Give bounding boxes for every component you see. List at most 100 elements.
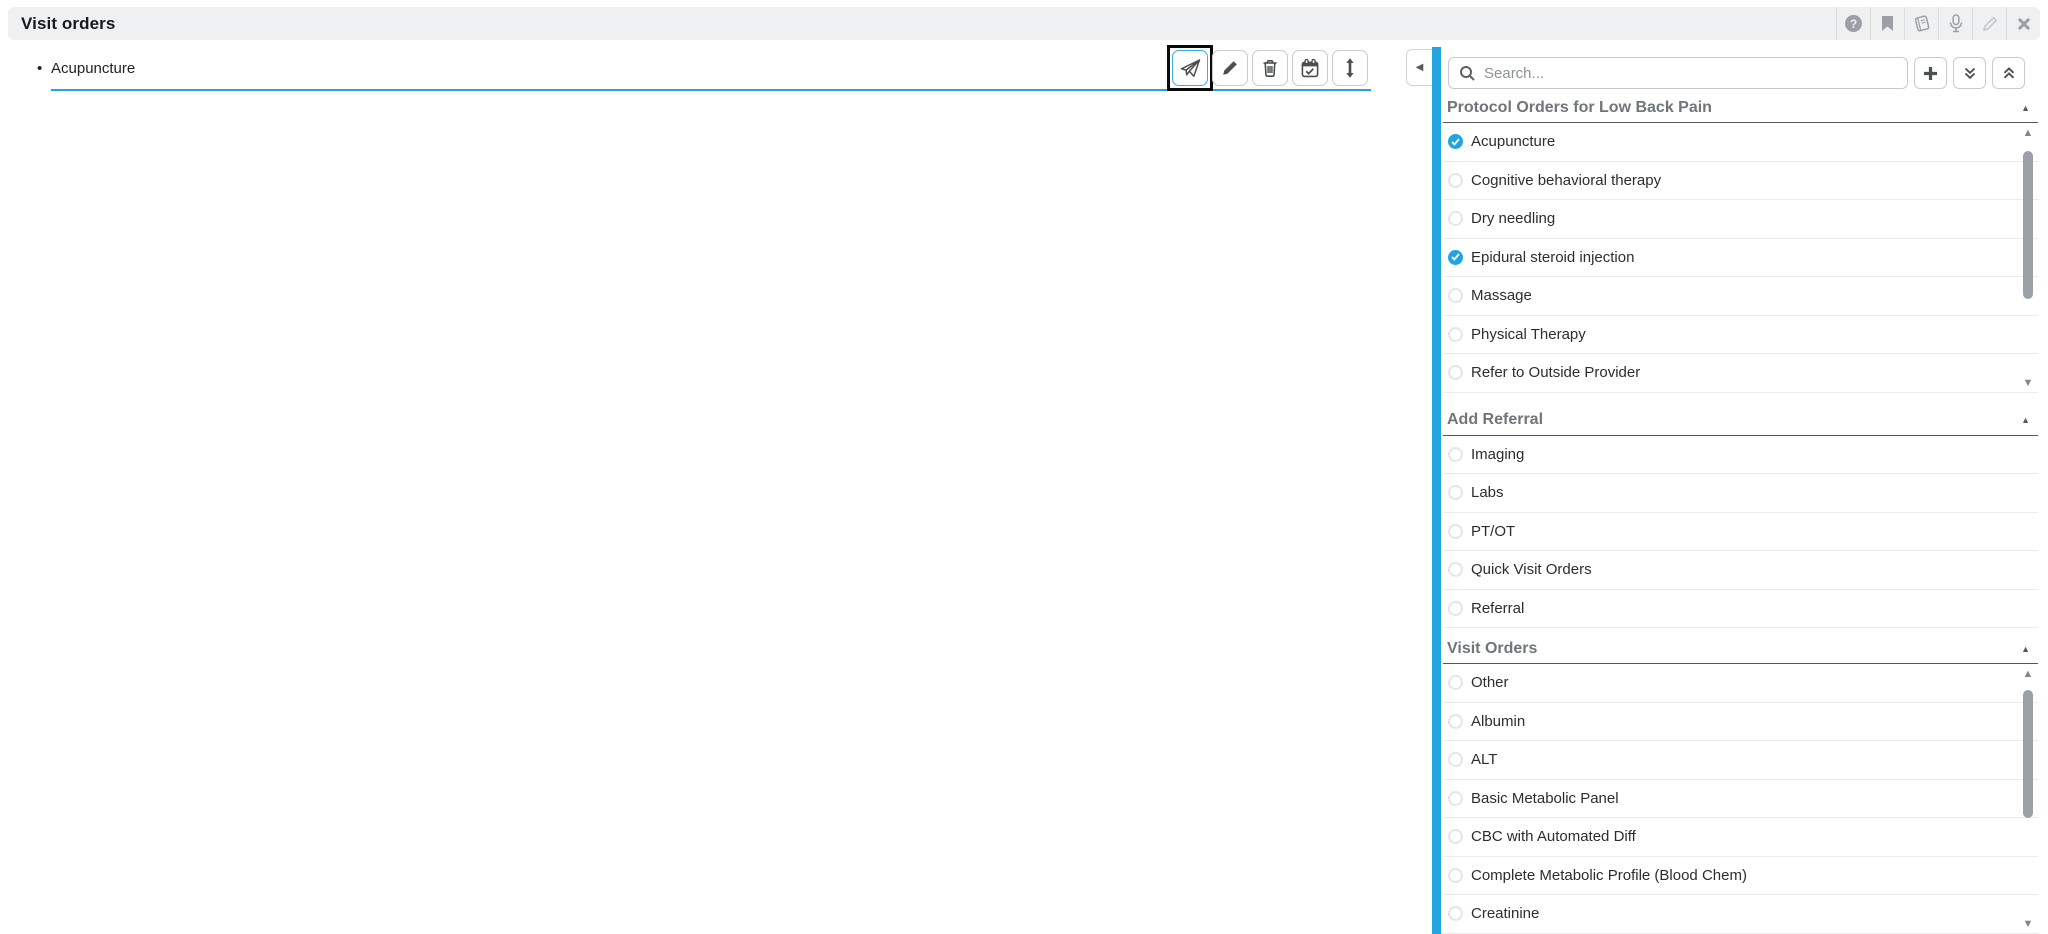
chevrons-up-icon — [2000, 64, 2018, 82]
scroll-down-icon[interactable]: ▼ — [2021, 377, 2035, 389]
collapse-panel-button[interactable]: ◀ — [1406, 49, 1432, 86]
book-button[interactable] — [1904, 7, 1938, 40]
list-item[interactable]: Basic Metabolic Panel — [1443, 780, 2038, 819]
panel-section: Protocol Orders for Low Back Pain▲Acupun… — [1443, 97, 2038, 393]
list-item-label: Creatinine — [1471, 905, 1539, 922]
microphone-button[interactable] — [1938, 7, 1972, 40]
help-button[interactable]: ? — [1836, 7, 1870, 40]
search-input[interactable] — [1484, 65, 1897, 82]
list-item-label: Complete Metabolic Profile (Blood Chem) — [1471, 867, 1747, 884]
order-row: • Acupuncture — [51, 47, 1371, 91]
send-icon — [1179, 57, 1202, 79]
reorder-button[interactable] — [1332, 50, 1368, 86]
list-item[interactable]: Complete Metabolic Profile (Blood Chem) — [1443, 857, 2038, 896]
expand-all-button[interactable] — [1953, 57, 1986, 89]
collapse-all-button[interactable] — [1992, 57, 2025, 89]
unchecked-circle-icon[interactable] — [1448, 288, 1463, 303]
unchecked-circle-icon[interactable] — [1448, 868, 1463, 883]
titlebar-icons: ? — [1836, 7, 2040, 40]
scroll-up-icon[interactable]: ▲ — [2021, 127, 2035, 139]
list-item[interactable]: Albumin — [1443, 703, 2038, 742]
list-item[interactable]: ALT — [1443, 741, 2038, 780]
search-box[interactable] — [1448, 57, 1908, 89]
list-item[interactable]: PT/OT — [1443, 513, 2038, 552]
list-item[interactable]: Acupuncture — [1443, 123, 2038, 162]
section-header: Add Referral▲ — [1443, 410, 2038, 436]
list-item-label: Quick Visit Orders — [1471, 561, 1592, 578]
list-item-label: Other — [1471, 674, 1509, 691]
list-item-label: Cognitive behavioral therapy — [1471, 172, 1661, 189]
send-button[interactable] — [1172, 50, 1208, 86]
list-item-label: Referral — [1471, 600, 1524, 617]
list-item[interactable]: Labs — [1443, 474, 2038, 513]
list-item[interactable]: Massage — [1443, 277, 2038, 316]
list-item[interactable]: Epidural steroid injection — [1443, 239, 2038, 278]
list-item[interactable]: Imaging — [1443, 436, 2038, 475]
unchecked-circle-icon[interactable] — [1448, 829, 1463, 844]
unchecked-circle-icon[interactable] — [1448, 675, 1463, 690]
unchecked-circle-icon[interactable] — [1448, 906, 1463, 921]
scrollbar-thumb[interactable] — [2023, 151, 2033, 299]
unchecked-circle-icon[interactable] — [1448, 562, 1463, 577]
unchecked-circle-icon[interactable] — [1448, 211, 1463, 226]
unchecked-circle-icon[interactable] — [1448, 524, 1463, 539]
list-item[interactable]: CBC with Automated Diff — [1443, 818, 2038, 857]
unchecked-circle-icon[interactable] — [1448, 601, 1463, 616]
list-item-label: Basic Metabolic Panel — [1471, 790, 1619, 807]
list-item-label: Physical Therapy — [1471, 326, 1586, 343]
bullet-icon: • — [37, 60, 42, 77]
schedule-button[interactable] — [1292, 50, 1328, 86]
delete-button[interactable] — [1252, 50, 1288, 86]
checked-circle-icon[interactable] — [1448, 134, 1463, 149]
list-item-label: Acupuncture — [1471, 133, 1555, 150]
list-item-label: Massage — [1471, 287, 1532, 304]
panel-section: Visit Orders▲OtherAlbuminALTBasic Metabo… — [1443, 638, 2038, 934]
list-item[interactable]: Creatinine — [1443, 895, 2038, 934]
section-list: Imaging LabsPT/OT Quick Visit Orders Referr… — [1443, 436, 2038, 629]
section-title: Protocol Orders for Low Back Pain — [1447, 99, 1712, 117]
triangle-left-icon: ◀ — [1416, 63, 1424, 73]
section-list: Other Albumin ALT Basic Metabolic Panel CBC … — [1443, 664, 2038, 934]
scroll-up-icon[interactable]: ▲ — [2021, 668, 2035, 680]
section-list: Acupuncture Cognitive behavioral therapy D… — [1443, 123, 2038, 393]
scroll-down-icon[interactable]: ▼ — [2021, 918, 2035, 930]
right-panel: Protocol Orders for Low Back Pain▲Acupun… — [1441, 47, 2048, 934]
list-item[interactable]: Physical Therapy — [1443, 316, 2038, 355]
list-item-label: Epidural steroid injection — [1471, 249, 1634, 266]
calendar-check-icon — [1299, 58, 1321, 79]
list-item[interactable]: Dry needling — [1443, 200, 2038, 239]
scrollbar-thumb[interactable] — [2023, 690, 2033, 818]
list-item[interactable]: Other — [1443, 664, 2038, 703]
list-item-label: CBC with Automated Diff — [1471, 828, 1636, 845]
edit-note-button[interactable] — [1972, 7, 2006, 40]
scrollbar[interactable]: ▲▼ — [2021, 666, 2035, 932]
list-item[interactable]: Quick Visit Orders — [1443, 551, 2038, 590]
unchecked-circle-icon[interactable] — [1448, 365, 1463, 380]
titlebar: Visit orders ? — [8, 7, 2040, 40]
unchecked-circle-icon[interactable] — [1448, 791, 1463, 806]
scrollbar[interactable]: ▲▼ — [2021, 125, 2035, 391]
unchecked-circle-icon[interactable] — [1448, 714, 1463, 729]
list-item-label: Imaging — [1471, 446, 1524, 463]
checked-circle-icon[interactable] — [1448, 250, 1463, 265]
list-item[interactable]: Referral — [1443, 590, 2038, 629]
close-button[interactable] — [2006, 7, 2040, 40]
collapse-section-button[interactable]: ▲ — [2021, 103, 2030, 113]
book-icon — [1912, 14, 1932, 33]
bookmark-button[interactable] — [1870, 7, 1904, 40]
list-item[interactable]: Refer to Outside Provider — [1443, 354, 2038, 393]
chevrons-down-icon — [1961, 64, 1979, 82]
unchecked-circle-icon[interactable] — [1448, 327, 1463, 342]
collapse-section-button[interactable]: ▲ — [2021, 415, 2030, 425]
unchecked-circle-icon[interactable] — [1448, 485, 1463, 500]
add-button[interactable] — [1914, 57, 1947, 89]
order-item-label: Acupuncture — [51, 60, 135, 77]
unchecked-circle-icon[interactable] — [1448, 752, 1463, 767]
search-row — [1448, 57, 2025, 89]
collapse-section-button[interactable]: ▲ — [2021, 644, 2030, 654]
unchecked-circle-icon[interactable] — [1448, 447, 1463, 462]
unchecked-circle-icon[interactable] — [1448, 173, 1463, 188]
edit-button[interactable] — [1212, 50, 1248, 86]
list-item[interactable]: Cognitive behavioral therapy — [1443, 162, 2038, 201]
list-item-label: ALT — [1471, 751, 1497, 768]
